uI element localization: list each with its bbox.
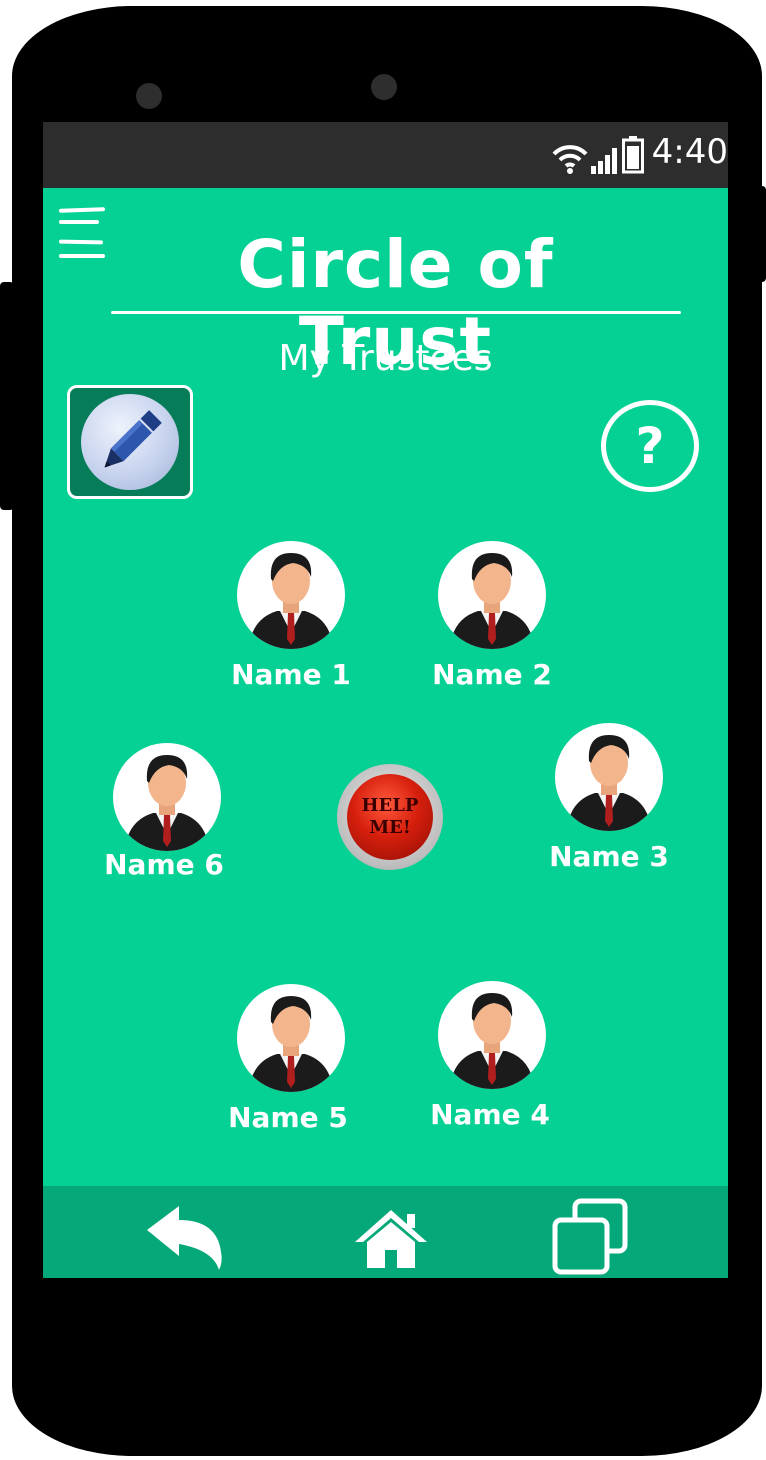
trustee-name: Name 1	[231, 658, 351, 691]
person-avatar-icon	[450, 553, 534, 649]
phone-side-button	[0, 282, 14, 510]
edit-button-disc	[81, 394, 179, 490]
signal-icon	[591, 148, 617, 174]
front-sensor	[371, 74, 397, 100]
trustee-avatar	[237, 541, 345, 649]
wifi-icon	[552, 145, 588, 174]
edit-trustees-button[interactable]	[67, 385, 193, 499]
trustee-avatar	[237, 984, 345, 1092]
trustee-name: Name 3	[549, 840, 669, 873]
person-avatar-icon	[249, 553, 333, 649]
trustee-avatar	[438, 541, 546, 649]
status-time: 4:40	[651, 132, 728, 172]
help-me-label-line2: ME!	[369, 817, 411, 838]
help-me-label-line1: HELP	[361, 795, 419, 816]
hamburger-menu-icon[interactable]	[58, 204, 109, 262]
phone-side-button-right	[756, 186, 766, 282]
trustee-name: Name 2	[432, 658, 552, 691]
question-icon: ?	[635, 417, 665, 475]
front-camera	[136, 83, 162, 109]
trustee-avatar	[113, 743, 221, 851]
person-avatar-icon	[450, 993, 534, 1089]
help-me-button-face: HELP ME!	[347, 774, 433, 860]
recent-apps-icon[interactable]	[551, 1198, 631, 1276]
battery-icon	[622, 136, 644, 174]
help-question-button[interactable]: ?	[601, 400, 699, 492]
trustee-avatar	[438, 981, 546, 1089]
person-avatar-icon	[125, 755, 209, 851]
navigation-bar	[43, 1186, 728, 1278]
home-icon[interactable]	[353, 1206, 429, 1272]
app-screen: Circle of Trust My Trustees ? Name 1 Nam…	[43, 188, 728, 1278]
pencil-icon	[104, 410, 162, 468]
trustee-name: Name 4	[430, 1098, 550, 1131]
person-avatar-icon	[249, 996, 333, 1092]
person-avatar-icon	[567, 735, 651, 831]
trustee-avatar	[555, 723, 663, 831]
page-subtitle: My Trustees	[278, 338, 493, 379]
status-icons	[552, 134, 644, 174]
help-me-button[interactable]: HELP ME!	[337, 764, 443, 870]
title-underline	[111, 311, 681, 314]
trustee-name: Name 5	[228, 1101, 348, 1134]
status-bar: 4:40	[43, 122, 728, 188]
back-arrow-icon[interactable]	[143, 1200, 227, 1274]
trustee-name: Name 6	[104, 848, 224, 881]
